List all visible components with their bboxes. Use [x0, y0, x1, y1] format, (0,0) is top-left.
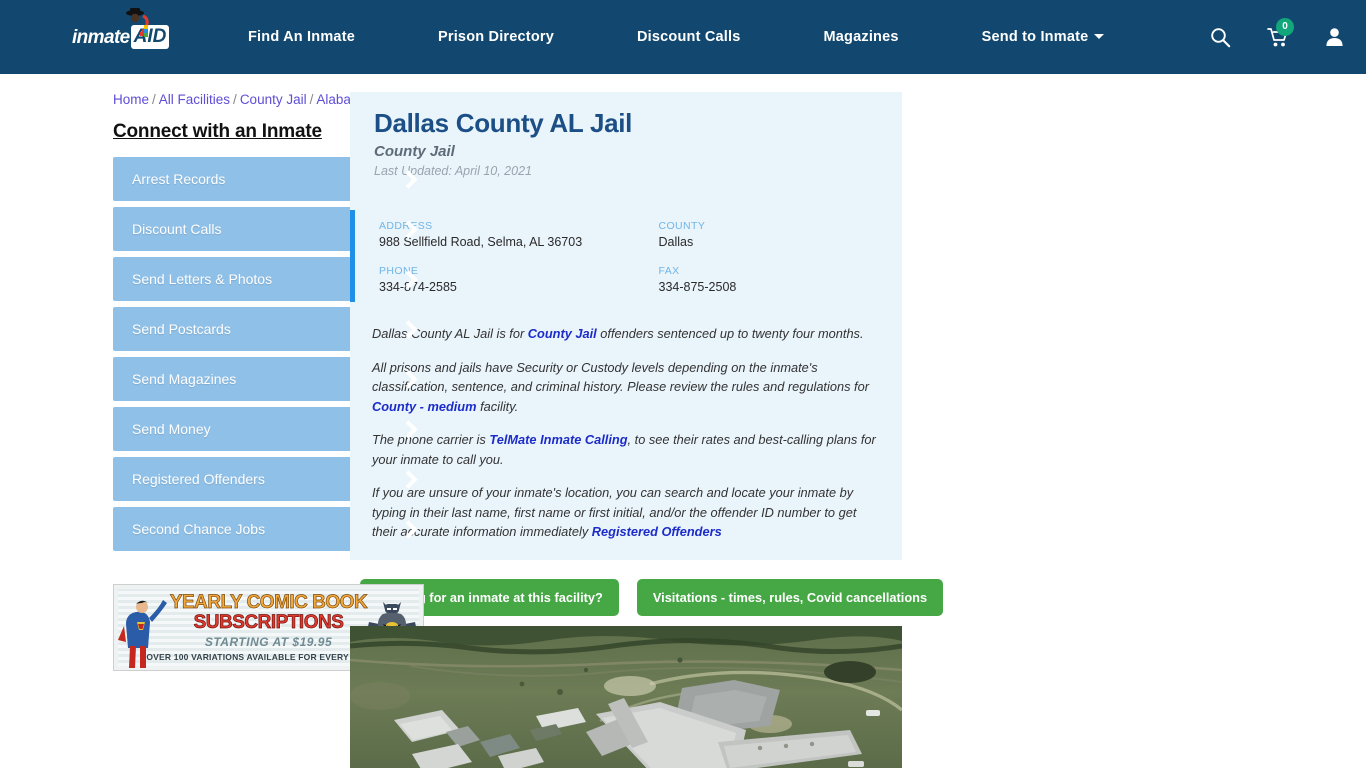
action-button-row: Looking for an inmate at this facility? … [360, 578, 1366, 616]
user-account-icon[interactable] [1325, 27, 1344, 47]
county-label: COUNTY [658, 220, 706, 232]
facility-type: County Jail [374, 143, 455, 160]
sidebar-heading: Connect with an Inmate [113, 121, 322, 142]
sidebar-item-label: Send Money [132, 421, 211, 437]
breadcrumb-item-home[interactable]: Home [113, 92, 149, 107]
address-value: 988 Sellfield Road, Selma, AL 36703 [379, 235, 583, 249]
facility-description: Dallas County AL Jail is for County Jail… [372, 324, 878, 542]
nav-label: Find An Inmate [248, 29, 355, 45]
ad-headline-line2: SUBSCRIPTIONS [193, 612, 344, 633]
visitations-button[interactable]: Visitations - times, rules, Covid cancel… [636, 578, 944, 616]
nav-item-find-an-inmate[interactable]: Find An Inmate [248, 21, 355, 53]
link-county-jail[interactable]: County Jail [528, 326, 597, 341]
main-content: Dallas County AL Jail County Jail Last U… [350, 74, 1366, 768]
facility-satellite-image [350, 625, 902, 768]
nav-label: Prison Directory [437, 29, 554, 45]
facility-info-panel: Dallas County AL Jail County Jail Last U… [350, 92, 902, 560]
p2-text-b: facility. [476, 398, 519, 414]
link-registered-offenders[interactable]: Registered Offenders [592, 524, 722, 539]
breadcrumb-separator: / [152, 92, 156, 107]
sidebar-item-label: Arrest Records [132, 171, 226, 187]
link-telmate-inmate-calling[interactable]: TelMate Inmate Calling [489, 432, 627, 447]
ad-headline-line1: YEARLY COMIC BOOK [169, 592, 368, 613]
facility-contact-block: ADDRESS 988 Sellfield Road, Selma, AL 36… [350, 210, 902, 302]
contact-column-right: COUNTY Dallas FAX 334-875-2508 [629, 220, 903, 294]
link-county-medium[interactable]: County - medium [372, 399, 477, 414]
breadcrumb-item-county-jail[interactable]: County Jail [240, 92, 307, 107]
ad-price-line: STARTING AT $19.95 [204, 635, 333, 649]
main-navigation: Find An Inmate Prison Directory Discount… [248, 21, 1180, 53]
fax-label: FAX [658, 265, 680, 277]
last-updated-text: Last Updated: April 10, 2021 [374, 164, 532, 178]
sidebar-item-label: Send Magazines [132, 371, 237, 387]
nav-item-discount-calls[interactable]: Discount Calls [637, 21, 741, 53]
phone-label: PHONE [379, 265, 419, 277]
nav-item-magazines[interactable]: Magazines [824, 21, 899, 53]
cart-icon[interactable]: 0 [1267, 17, 1294, 48]
sidebar-item-label: Discount Calls [132, 221, 222, 237]
description-paragraph-3: The phone carrier is TelMate Inmate Call… [372, 430, 878, 469]
nav-label: Magazines [823, 29, 899, 45]
sidebar-item-label: Send Letters & Photos [132, 271, 273, 287]
aerial-view-graphic [350, 625, 902, 768]
p2-text-a: All prisons and jails have Security or C… [372, 359, 869, 395]
search-icon[interactable] [1210, 27, 1231, 48]
description-paragraph-1: Dallas County AL Jail is for County Jail… [372, 324, 878, 344]
nav-label: Discount Calls [637, 29, 741, 45]
superman-illustration-icon [118, 600, 167, 668]
nav-item-send-to-inmate[interactable]: Send to Inmate [982, 21, 1105, 53]
sidebar-item-label: Second Chance Jobs [132, 521, 266, 537]
site-header: inmate AID Find An Inmate Prison Directo… [0, 0, 1366, 74]
contact-column-left: ADDRESS 988 Sellfield Road, Selma, AL 36… [355, 220, 629, 294]
breadcrumb-item-all-facilities[interactable]: All Facilities [159, 92, 230, 107]
nav-item-prison-directory[interactable]: Prison Directory [438, 21, 554, 53]
p3-text-a: The phone carrier is [372, 432, 490, 447]
phone-value: 334-874-2585 [379, 280, 457, 294]
sidebar-item-label: Registered Offenders [132, 471, 265, 487]
left-sidebar: Home / All Facilities / County Jail / Alabama … [0, 74, 433, 768]
p1-text-b: offenders sentenced up to twenty four mo… [596, 326, 864, 341]
page-title: Dallas County AL Jail [374, 108, 633, 138]
nav-label: Send to Inmate [981, 29, 1089, 45]
site-logo[interactable]: inmate AID [72, 8, 192, 57]
cart-count-badge: 0 [1276, 17, 1294, 36]
mascot-icon [126, 8, 149, 37]
fax-value: 334-875-2508 [658, 280, 737, 294]
page-body: Home / All Facilities / County Jail / Alabama … [0, 74, 1366, 768]
p1-text-a: Dallas County AL Jail is for [372, 326, 528, 341]
description-paragraph-2: All prisons and jails have Security or C… [372, 358, 878, 417]
county-value: Dallas [658, 235, 694, 249]
breadcrumb-separator: / [309, 92, 314, 107]
description-paragraph-4: If you are unsure of your inmate's locat… [372, 483, 878, 542]
chevron-down-icon [1094, 34, 1105, 39]
breadcrumb: Home / All Facilities / County Jail / Alabama [113, 92, 370, 107]
header-icon-group: 0 [1210, 17, 1344, 48]
sidebar-item-label: Send Postcards [132, 321, 231, 337]
breadcrumb-separator: / [233, 92, 237, 107]
